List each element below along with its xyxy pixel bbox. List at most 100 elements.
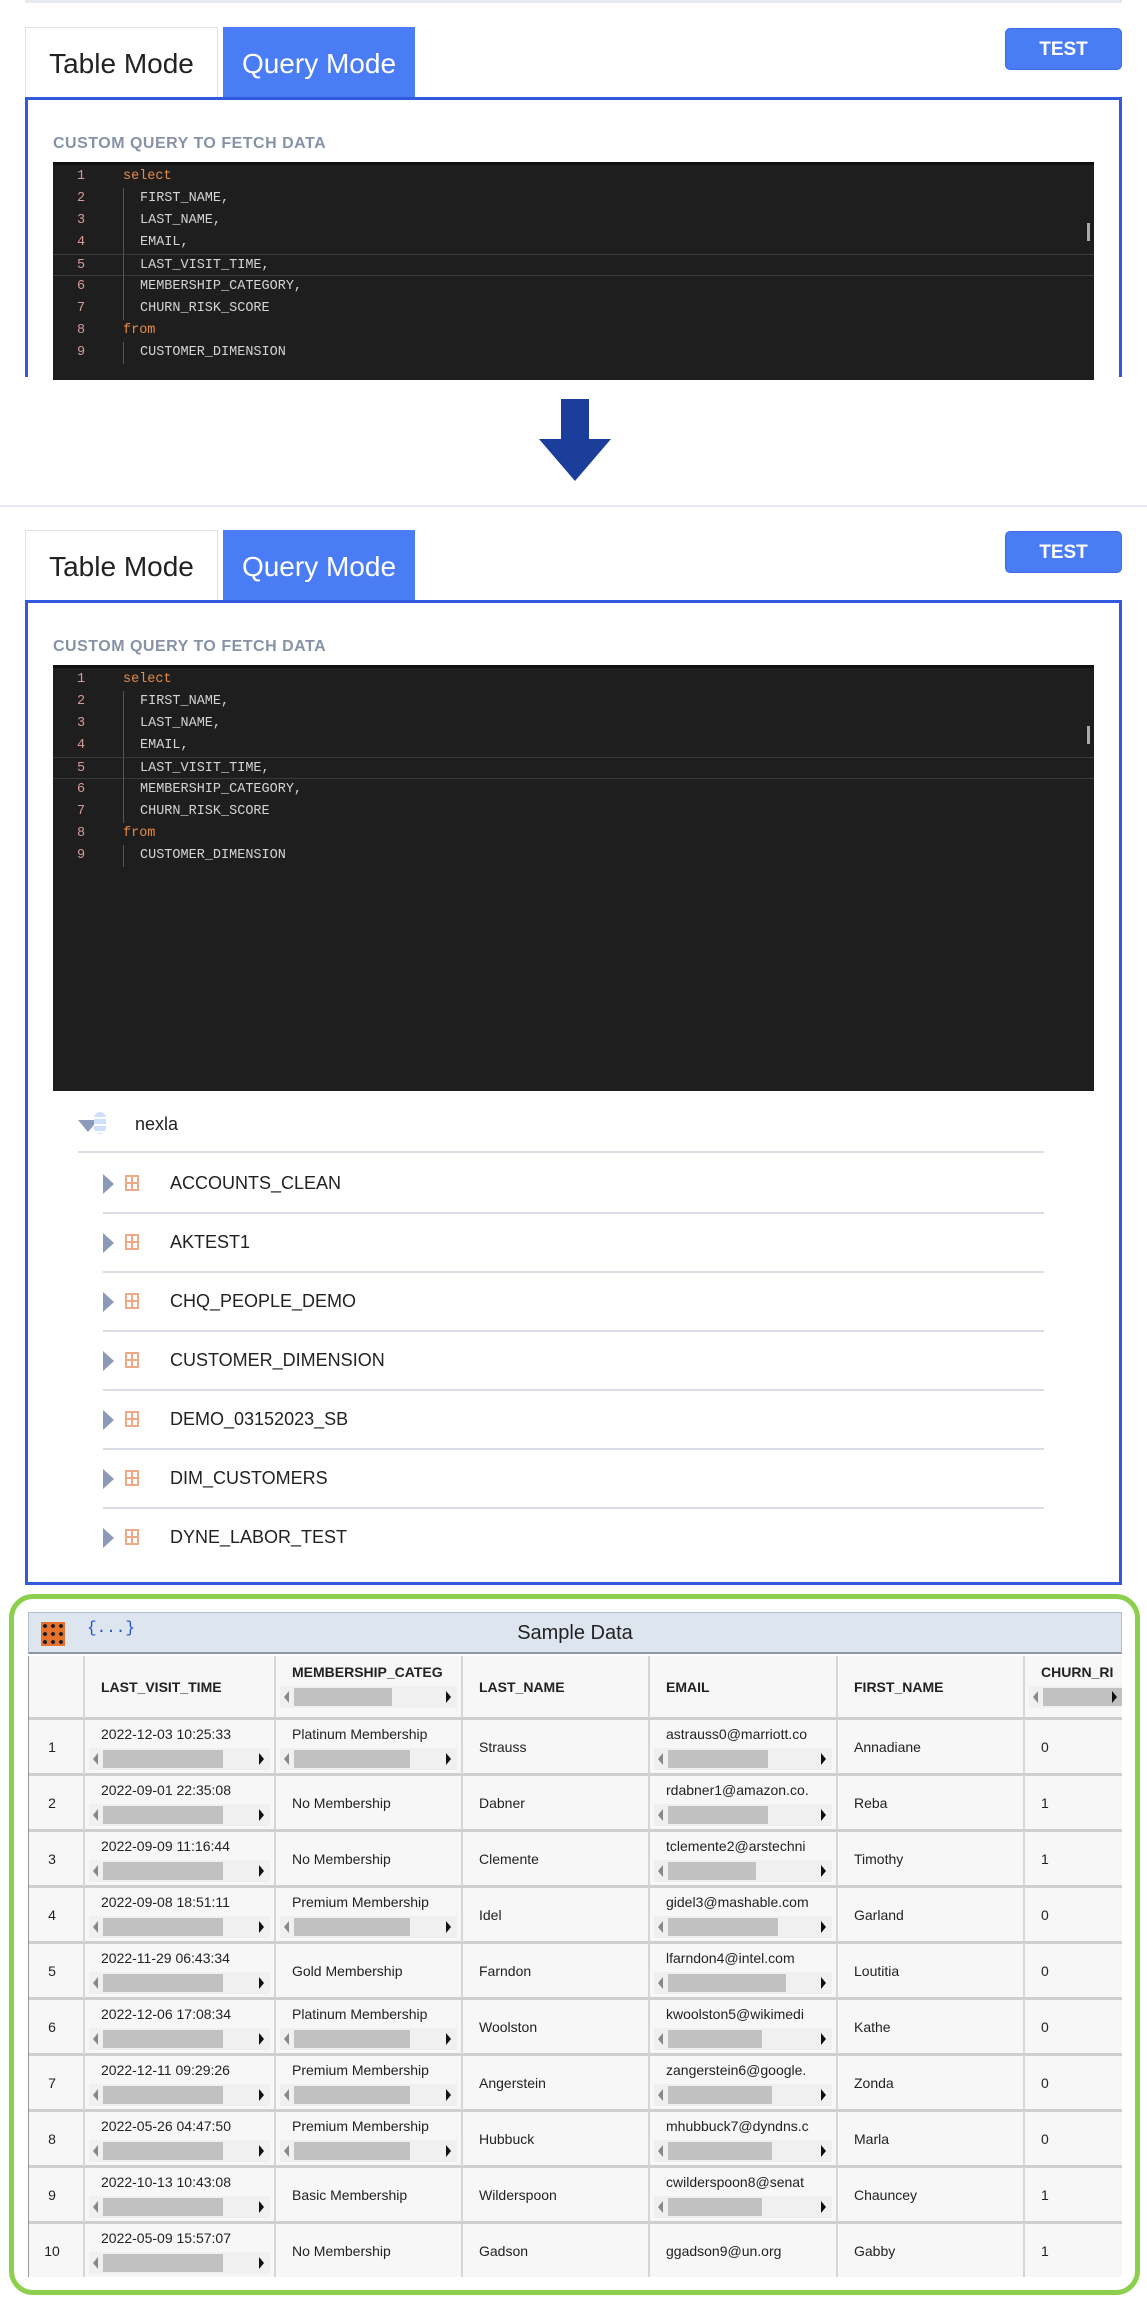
tree-item-table[interactable]: CHQ_PEOPLE_DEMO (78, 1272, 1044, 1331)
scroll-right-icon[interactable] (821, 2033, 826, 2045)
column-header[interactable]: MEMBERSHIP_CATEG (276, 1656, 463, 1720)
scroll-left-icon[interactable] (93, 1921, 98, 1933)
scroll-right-icon[interactable] (446, 1691, 451, 1703)
scroll-thumb[interactable] (668, 2086, 772, 2104)
scroll-right-icon[interactable] (1112, 1691, 1117, 1703)
caret-right-icon[interactable] (103, 1351, 114, 1371)
cell-scrollbar[interactable] (654, 2196, 832, 2218)
scroll-thumb[interactable] (103, 1806, 223, 1824)
cell-scrollbar[interactable] (89, 2028, 270, 2050)
scroll-right-icon[interactable] (821, 1753, 826, 1765)
caret-right-icon[interactable] (103, 1174, 114, 1194)
scroll-thumb[interactable] (103, 1974, 223, 1992)
scroll-thumb[interactable] (294, 1688, 392, 1706)
scroll-thumb[interactable] (103, 2030, 223, 2048)
scroll-right-icon[interactable] (259, 1809, 264, 1821)
scroll-thumb[interactable] (103, 2142, 223, 2160)
cell-scrollbar[interactable] (89, 2252, 270, 2274)
scroll-thumb[interactable] (668, 1862, 756, 1880)
scroll-thumb[interactable] (294, 1750, 410, 1768)
scroll-left-icon[interactable] (93, 2145, 98, 2157)
scroll-thumb[interactable] (668, 2142, 772, 2160)
scroll-thumb[interactable] (103, 1750, 223, 1768)
cell-scrollbar[interactable] (89, 2196, 270, 2218)
scroll-left-icon[interactable] (93, 1809, 98, 1821)
scroll-right-icon[interactable] (446, 1753, 451, 1765)
sql-editor[interactable]: 1 select 2 FIRST_NAME, 3 LAST_NAME, 4 EMAIL, 5 LA… (53, 162, 1094, 380)
scroll-left-icon[interactable] (658, 2201, 663, 2213)
cell-scrollbar[interactable] (280, 2084, 457, 2106)
sql-editor[interactable]: 1 select 2 FIRST_NAME, 3 LAST_NAME, 4 EMAIL, 5 LA… (53, 665, 1094, 1091)
scroll-thumb[interactable] (1043, 1688, 1122, 1706)
column-header[interactable]: LAST_VISIT_TIME (85, 1656, 276, 1720)
column-header[interactable]: EMAIL (650, 1656, 838, 1720)
cell-scrollbar[interactable] (1029, 1686, 1122, 1708)
scroll-right-icon[interactable] (821, 2201, 826, 2213)
column-header[interactable]: LAST_NAME (463, 1656, 650, 1720)
scroll-thumb[interactable] (668, 2030, 762, 2048)
cell-scrollbar[interactable] (89, 1972, 270, 1994)
cell-scrollbar[interactable] (280, 1686, 457, 1708)
scroll-right-icon[interactable] (446, 1921, 451, 1933)
tree-item-table[interactable]: DYNE_LABOR_TEST (78, 1508, 1044, 1556)
test-button[interactable]: TEST (1005, 28, 1122, 70)
cell-scrollbar[interactable] (654, 2084, 832, 2106)
scroll-right-icon[interactable] (259, 1921, 264, 1933)
column-header[interactable]: CHURN_RI (1025, 1656, 1122, 1720)
cell-scrollbar[interactable] (654, 1972, 832, 1994)
tree-item-table[interactable]: CUSTOMER_DIMENSION (78, 1331, 1044, 1390)
scroll-left-icon[interactable] (93, 1865, 98, 1877)
scroll-thumb[interactable] (668, 1918, 778, 1936)
cell-scrollbar[interactable] (654, 2028, 832, 2050)
tab-table-mode[interactable]: Table Mode (25, 530, 218, 601)
scroll-thumb[interactable] (103, 2086, 223, 2104)
cell-scrollbar[interactable] (280, 2028, 457, 2050)
caret-right-icon[interactable] (103, 1469, 114, 1489)
scroll-right-icon[interactable] (821, 2145, 826, 2157)
scroll-thumb[interactable] (294, 2086, 410, 2104)
cell-scrollbar[interactable] (280, 1748, 457, 1770)
cell-scrollbar[interactable] (654, 1916, 832, 1938)
scroll-left-icon[interactable] (284, 2089, 289, 2101)
tree-root-nexla[interactable]: nexla (53, 1095, 1073, 1154)
column-header[interactable] (29, 1656, 85, 1720)
tree-item-table[interactable]: DIM_CUSTOMERS (78, 1449, 1044, 1508)
cell-scrollbar[interactable] (654, 1804, 832, 1826)
scroll-left-icon[interactable] (93, 2257, 98, 2269)
cell-scrollbar[interactable] (654, 2140, 832, 2162)
scroll-right-icon[interactable] (821, 1865, 826, 1877)
scroll-left-icon[interactable] (284, 1921, 289, 1933)
cell-scrollbar[interactable] (280, 1916, 457, 1938)
cell-scrollbar[interactable] (89, 1916, 270, 1938)
caret-right-icon[interactable] (103, 1292, 114, 1312)
caret-right-icon[interactable] (103, 1233, 114, 1253)
scroll-left-icon[interactable] (284, 1753, 289, 1765)
scroll-thumb[interactable] (103, 1862, 223, 1880)
scroll-left-icon[interactable] (658, 1865, 663, 1877)
scroll-left-icon[interactable] (1033, 1691, 1038, 1703)
tab-query-mode[interactable]: Query Mode (223, 530, 415, 601)
scroll-left-icon[interactable] (93, 2033, 98, 2045)
scroll-thumb[interactable] (668, 1974, 786, 1992)
scroll-left-icon[interactable] (93, 1753, 98, 1765)
cell-scrollbar[interactable] (280, 2140, 457, 2162)
cell-scrollbar[interactable] (89, 1860, 270, 1882)
tab-query-mode[interactable]: Query Mode (223, 27, 415, 98)
scroll-thumb[interactable] (103, 1918, 223, 1936)
tab-table-mode[interactable]: Table Mode (25, 27, 218, 98)
scroll-left-icon[interactable] (658, 1753, 663, 1765)
scroll-left-icon[interactable] (284, 2145, 289, 2157)
scroll-left-icon[interactable] (658, 1977, 663, 1989)
scroll-left-icon[interactable] (658, 1921, 663, 1933)
cell-scrollbar[interactable] (89, 1748, 270, 1770)
scroll-thumb[interactable] (294, 2030, 410, 2048)
caret-right-icon[interactable] (103, 1528, 114, 1548)
scroll-right-icon[interactable] (821, 1809, 826, 1821)
tree-item-table[interactable]: DEMO_03152023_SB (78, 1390, 1044, 1449)
scroll-right-icon[interactable] (259, 2257, 264, 2269)
tree-item-table[interactable]: AKTEST1 (78, 1213, 1044, 1272)
scroll-left-icon[interactable] (284, 2033, 289, 2045)
test-button[interactable]: TEST (1005, 531, 1122, 573)
scroll-right-icon[interactable] (821, 1921, 826, 1933)
scroll-right-icon[interactable] (259, 2033, 264, 2045)
